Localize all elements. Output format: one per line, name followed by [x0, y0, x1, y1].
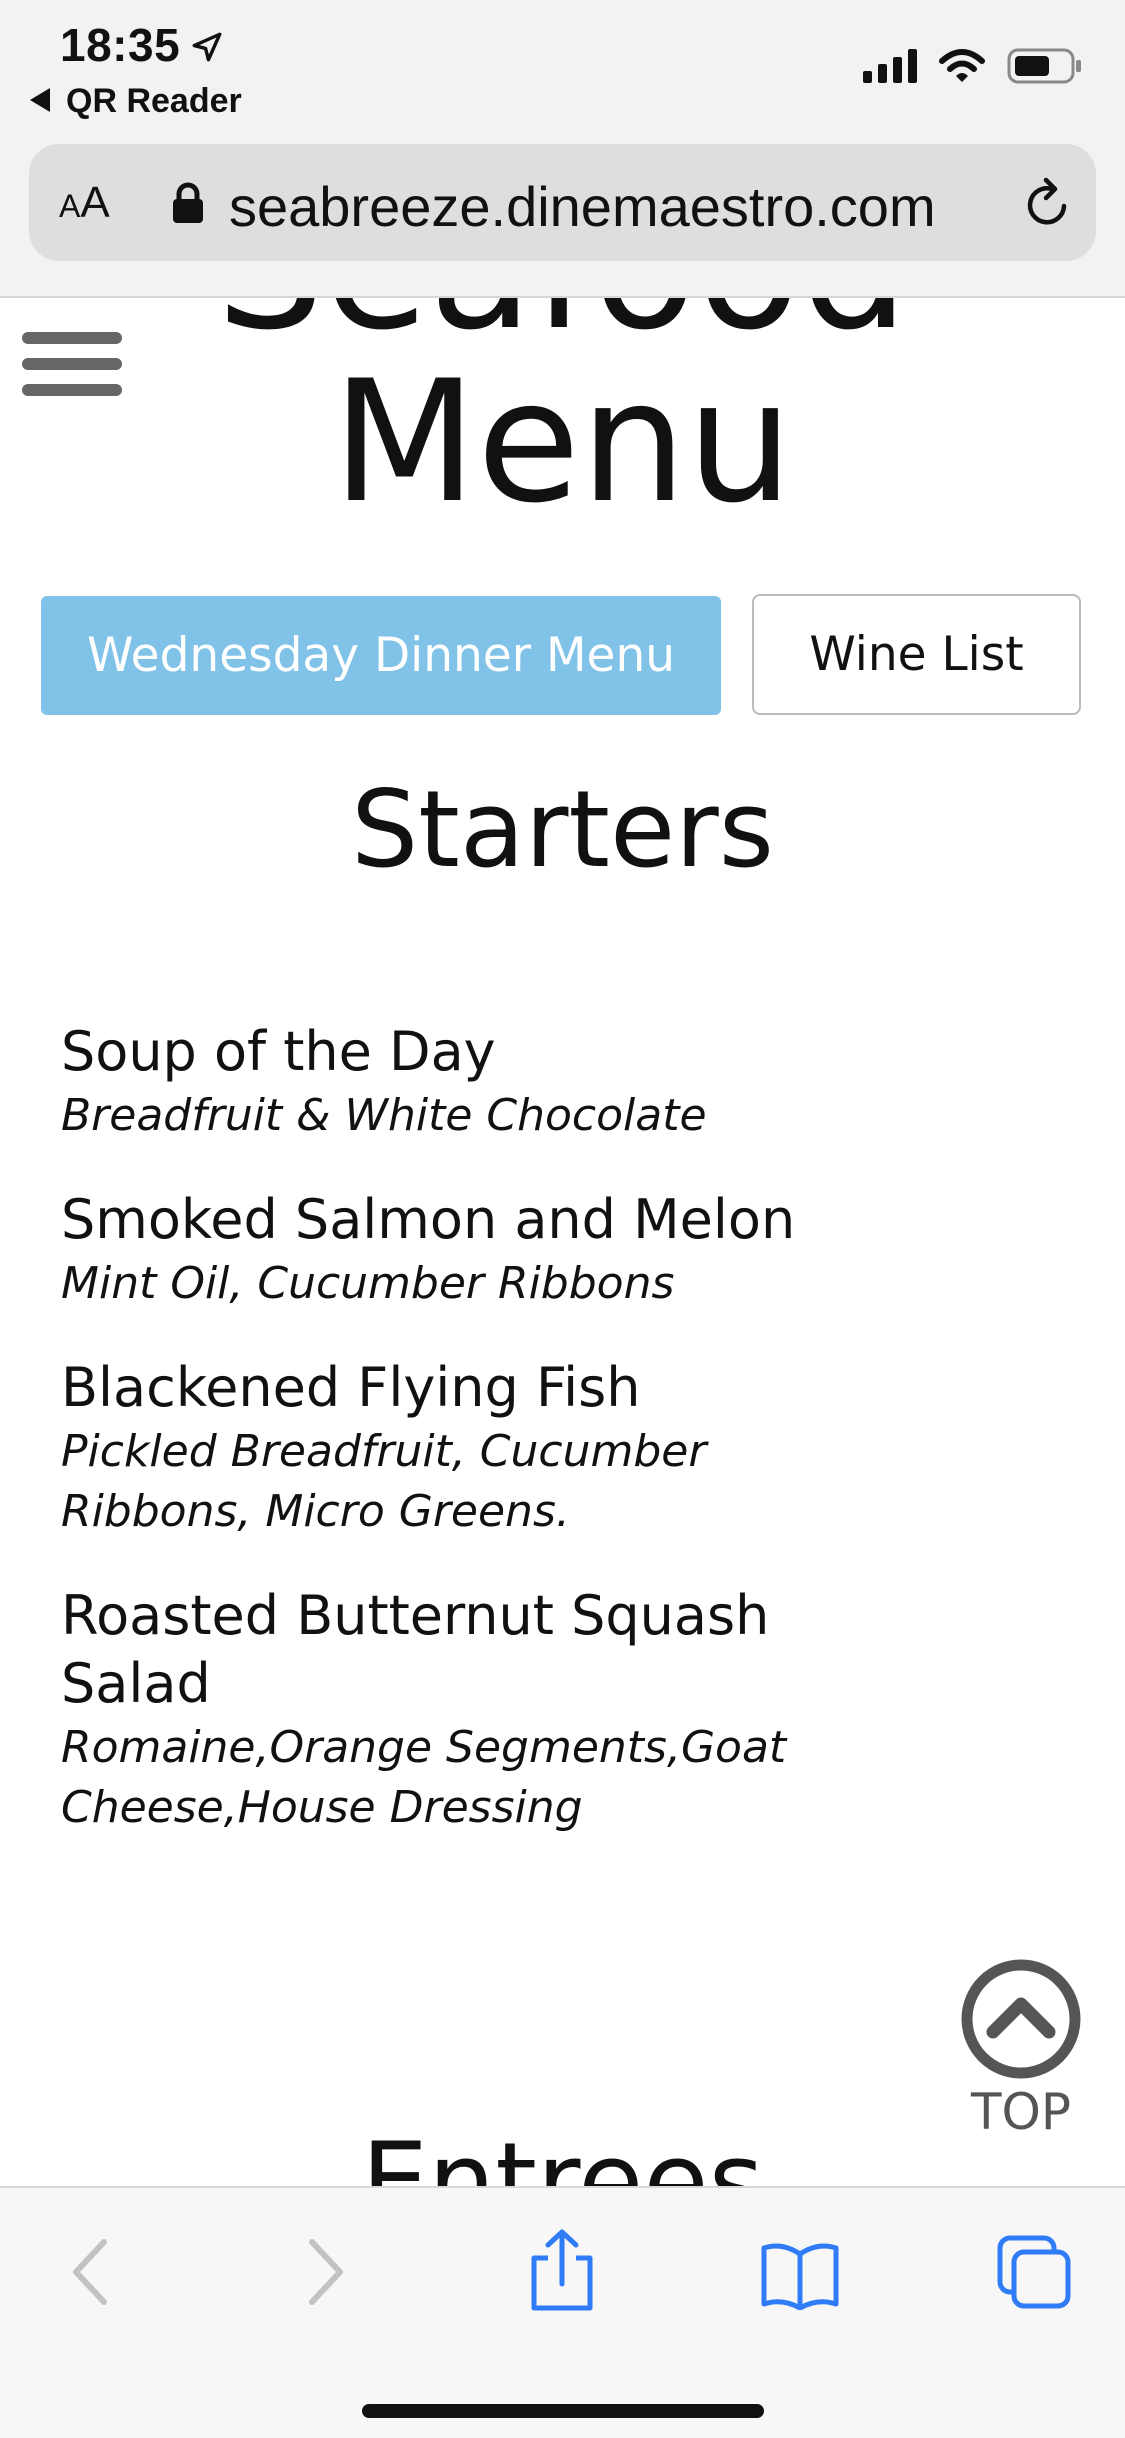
- bookmarks-icon[interactable]: [760, 2240, 840, 2315]
- menu-item-description: Pickled Breadfruit, Cucumber Ribbons, Mi…: [61, 1426, 707, 1537]
- menu-items-list: Soup of the Day Breadfruit & White Choco…: [61, 1018, 841, 1878]
- reload-icon[interactable]: [1022, 176, 1074, 235]
- text-size-button[interactable]: AA: [59, 178, 110, 228]
- cellular-signal-icon: [863, 49, 917, 88]
- menu-item-description: Mint Oil, Cucumber Ribbons: [61, 1258, 675, 1309]
- tab-wednesday-dinner-menu[interactable]: Wednesday Dinner Menu: [41, 596, 721, 715]
- browser-toolbar: [0, 2186, 1125, 2438]
- url-text[interactable]: seabreeze.dinemaestro.com: [229, 174, 936, 239]
- back-triangle-icon: [30, 82, 50, 121]
- section-title-entrees: Entrees: [361, 2120, 764, 2186]
- wifi-icon: [939, 49, 985, 88]
- menu-item: Roasted Butternut Squash Salad Romaine,O…: [61, 1582, 801, 1838]
- scroll-to-top-button[interactable]: TOP: [960, 1958, 1082, 2141]
- page-title: Menu: [331, 344, 794, 540]
- menu-item-name: Blackened Flying Fish: [61, 1356, 641, 1419]
- menu-item: Blackened Flying Fish Pickled Breadfruit…: [61, 1354, 781, 1542]
- browser-address-area: AA seabreeze.dinemaestro.com: [0, 140, 1125, 298]
- share-icon[interactable]: [524, 2228, 600, 2317]
- forward-icon[interactable]: [300, 2232, 350, 2317]
- battery-icon: [1007, 48, 1083, 89]
- menu-item-description: Romaine,Orange Segments,Goat Cheese,Hous…: [61, 1722, 787, 1833]
- menu-item-name: Roasted Butternut Squash Salad: [61, 1584, 770, 1715]
- menu-item-name: Smoked Salmon and Melon: [61, 1188, 796, 1251]
- menu-item-name: Soup of the Day: [61, 1020, 496, 1083]
- back-app-label: QR Reader: [66, 82, 242, 120]
- back-icon[interactable]: [66, 2232, 116, 2317]
- hamburger-menu-icon[interactable]: [22, 332, 122, 410]
- section-title-starters: Starters: [351, 768, 774, 891]
- lock-icon: [171, 182, 205, 229]
- status-bar: 18:35 QR Reader: [0, 0, 1125, 140]
- location-arrow-icon: [190, 30, 224, 69]
- home-indicator[interactable]: [362, 2404, 764, 2418]
- menu-item: Soup of the Day Breadfruit & White Choco…: [61, 1018, 841, 1146]
- address-bar[interactable]: AA seabreeze.dinemaestro.com: [29, 144, 1096, 261]
- back-to-app-link[interactable]: QR Reader: [30, 82, 242, 121]
- status-time: 18:35: [60, 19, 181, 71]
- web-page: Seafood Menu Wednesday Dinner Menu Wine …: [0, 298, 1125, 2186]
- menu-item-description: Breadfruit & White Chocolate: [61, 1090, 707, 1141]
- chevron-up-circle-icon: [960, 1959, 1082, 2084]
- menu-item: Smoked Salmon and Melon Mint Oil, Cucumb…: [61, 1186, 841, 1314]
- tab-wine-list[interactable]: Wine List: [752, 594, 1081, 715]
- tabs-icon[interactable]: [996, 2234, 1072, 2315]
